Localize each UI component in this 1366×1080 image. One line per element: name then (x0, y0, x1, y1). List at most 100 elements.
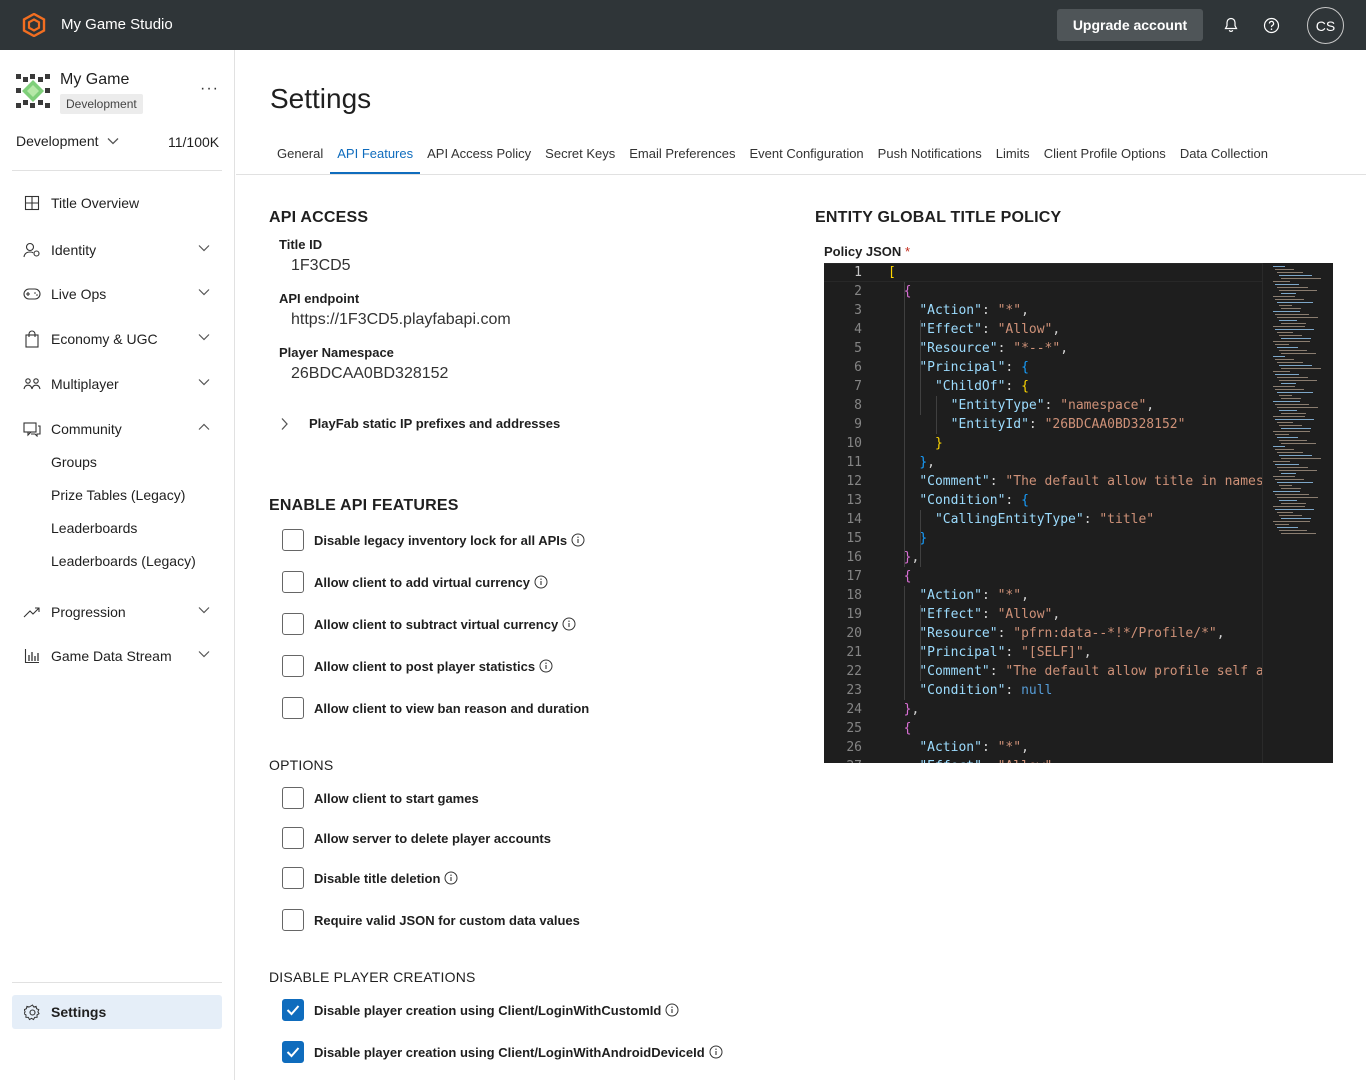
line-number: 25 (846, 721, 862, 736)
nav-live-ops[interactable]: Live Ops (12, 278, 222, 310)
nav-identity[interactable]: Identity (12, 234, 222, 266)
checkbox[interactable] (282, 571, 304, 593)
nav-settings[interactable]: Settings (12, 995, 222, 1029)
minimap-line (1277, 452, 1303, 453)
nav-game-data-stream[interactable]: Game Data Stream (12, 640, 222, 672)
nav-community-leaderboards[interactable]: Leaderboards (51, 520, 137, 536)
code-line: 12 "Comment": "The default allow title i… (824, 472, 1262, 491)
checkbox-row[interactable]: Require valid JSON for custom data value… (282, 909, 580, 931)
more-options-icon[interactable]: ··· (200, 80, 219, 98)
checkbox[interactable] (282, 867, 304, 889)
nav-progression[interactable]: Progression (12, 596, 222, 628)
checkbox[interactable] (282, 697, 304, 719)
nav-community-groups[interactable]: Groups (51, 454, 97, 470)
nav-title-overview[interactable]: Title Overview (12, 187, 222, 219)
game-name[interactable]: My Game (60, 71, 129, 89)
checkbox-row[interactable]: Allow server to delete player accounts (282, 827, 551, 849)
tab-client-profile-options[interactable]: Client Profile Options (1037, 140, 1173, 174)
checkbox-checked[interactable] (282, 1041, 304, 1063)
minimap-line (1279, 500, 1297, 501)
minimap-line (1275, 449, 1294, 450)
code-line: 4 "Effect": "Allow", (824, 320, 1262, 339)
checkbox-row[interactable]: Disable player creation using Client/Log… (282, 999, 679, 1021)
checkbox-row[interactable]: Allow client to post player statistics (282, 655, 553, 677)
code-line: 2 { (824, 282, 1262, 301)
editor-minimap[interactable] (1262, 263, 1333, 763)
environment-select[interactable]: Development (16, 133, 119, 149)
tabs-divider (236, 174, 1366, 175)
help-icon[interactable] (1261, 15, 1281, 35)
checkbox-row[interactable]: Disable legacy inventory lock for all AP… (282, 529, 585, 551)
checkbox-row[interactable]: Allow client to start games (282, 787, 479, 809)
line-number: 14 (846, 512, 862, 527)
nav-economy-ugc[interactable]: Economy & UGC (12, 323, 222, 355)
code-line: 23 "Condition": null (824, 681, 1262, 700)
code-line: 15 } (824, 529, 1262, 548)
tab-event-configuration[interactable]: Event Configuration (742, 140, 870, 174)
tab-secret-keys[interactable]: Secret Keys (538, 140, 622, 174)
nav-community[interactable]: Community (12, 413, 222, 445)
tab-general[interactable]: General (270, 140, 330, 174)
minimap-line (1279, 380, 1317, 381)
checkbox[interactable] (282, 613, 304, 635)
minimap-line (1281, 293, 1296, 294)
indent-guide (904, 586, 905, 700)
minimap-line (1281, 473, 1296, 474)
checkbox[interactable] (282, 827, 304, 849)
tab-limits[interactable]: Limits (989, 140, 1037, 174)
identity-icon (22, 240, 42, 260)
checkbox[interactable] (282, 529, 304, 551)
tab-data-collection[interactable]: Data Collection (1173, 140, 1275, 174)
info-icon[interactable] (665, 1003, 679, 1017)
info-icon[interactable] (444, 871, 458, 885)
minimap-line (1275, 494, 1309, 495)
bar-chart-icon (22, 646, 42, 666)
line-number: 6 (854, 360, 862, 375)
app-title[interactable]: My Game Studio (61, 16, 173, 33)
code-text: "CallingEntityType": "title" (934, 512, 1155, 527)
code-text: "Condition": null (919, 683, 1053, 698)
info-icon[interactable] (539, 659, 553, 673)
checkbox-checked[interactable] (282, 999, 304, 1021)
tab-api-features[interactable]: API Features (330, 140, 421, 174)
minimap-line (1273, 311, 1300, 312)
bell-icon[interactable] (1221, 15, 1241, 35)
code-line: 8 "EntityType": "namespace", (824, 396, 1262, 415)
upgrade-account-button[interactable]: Upgrade account (1057, 9, 1203, 41)
minimap-line (1273, 461, 1290, 462)
nav-community-leaderboards-legacy[interactable]: Leaderboards (Legacy) (51, 553, 196, 569)
checkbox-row[interactable]: Allow client to view ban reason and dura… (282, 697, 589, 719)
info-icon[interactable] (709, 1045, 723, 1059)
info-icon[interactable] (571, 533, 585, 547)
tab-email-preferences[interactable]: Email Preferences (622, 140, 742, 174)
minimap-line (1281, 503, 1306, 504)
checkbox[interactable] (282, 909, 304, 931)
code-line: 19 "Effect": "Allow", (824, 605, 1262, 624)
user-avatar[interactable]: CS (1307, 7, 1344, 44)
code-text: "Effect": "Allow", (919, 607, 1061, 622)
checkbox-row[interactable]: Allow client to add virtual currency (282, 571, 548, 593)
static-ip-expander[interactable]: PlayFab static IP prefixes and addresses (280, 416, 560, 431)
checkbox[interactable] (282, 655, 304, 677)
nav-label: Game Data Stream (51, 648, 172, 664)
playfab-logo-icon[interactable] (22, 13, 46, 37)
info-icon[interactable] (562, 617, 576, 631)
policy-json-editor[interactable]: 1[2 {3 "Action": "*", 4 "Effect": "Allow"… (824, 263, 1333, 763)
info-icon[interactable] (534, 575, 548, 589)
minimap-line (1279, 530, 1307, 531)
nav-multiplayer[interactable]: Multiplayer (12, 368, 222, 400)
checkbox-row[interactable]: Disable title deletion (282, 867, 458, 889)
code-line: 6 "Principal": { (824, 358, 1262, 377)
tab-api-access-policy[interactable]: API Access Policy (420, 140, 538, 174)
nav-community-prize-tables[interactable]: Prize Tables (Legacy) (51, 487, 185, 503)
code-text: "Effect": "Allow", (888, 757, 1060, 763)
checkbox-label: Require valid JSON for custom data value… (314, 912, 580, 928)
code-line: 13 "Condition": { (824, 491, 1262, 510)
code-text: "Effect": "Allow", (919, 322, 1061, 337)
line-number: 22 (846, 664, 862, 679)
checkbox-row[interactable]: Disable player creation using Client/Log… (282, 1041, 723, 1063)
checkbox[interactable] (282, 787, 304, 809)
checkbox-row[interactable]: Allow client to subtract virtual currenc… (282, 613, 576, 635)
tab-push-notifications[interactable]: Push Notifications (871, 140, 989, 174)
minimap-line (1275, 299, 1304, 300)
